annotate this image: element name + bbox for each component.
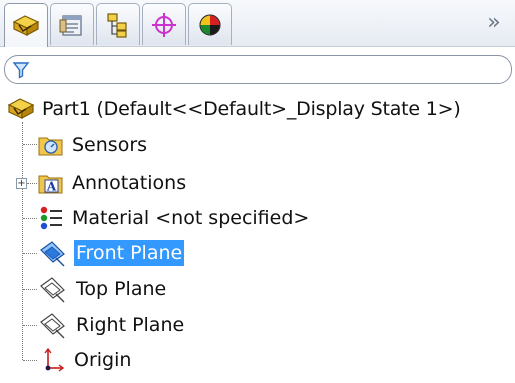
tree-root-part1[interactable]: Part1 (Default<<Default>_Display State 1… [6, 92, 461, 126]
tab-configuration-manager[interactable] [96, 3, 140, 45]
feature-filter-box[interactable] [4, 55, 512, 84]
feature-manager-panel: » Part1 (Default<<Default>_Display State… [0, 0, 515, 383]
top-plane-icon [40, 277, 65, 303]
right-plane-icon [40, 313, 65, 339]
tree-branch-line [23, 325, 37, 326]
feature-tree: Part1 (Default<<Default>_Display State 1… [0, 92, 515, 383]
tree-item-label: Material <not specified> [72, 207, 310, 229]
tree-item-right-plane[interactable]: Right Plane [38, 308, 186, 342]
tree-item-label: Origin [74, 349, 132, 371]
tree-branch-line [27, 183, 37, 184]
tree-item-front-plane[interactable]: Front Plane [38, 236, 185, 270]
tab-overflow-button[interactable]: » [481, 8, 507, 38]
tab-feature-manager[interactable] [4, 3, 48, 47]
tree-item-annotations[interactable]: A Annotations [38, 166, 188, 200]
configuration-manager-icon [107, 12, 127, 38]
tab-property-manager[interactable] [50, 3, 94, 45]
manager-tab-strip: » [0, 0, 515, 47]
property-manager-icon [59, 14, 82, 36]
feature-tree-icon [12, 14, 40, 36]
annotations-folder-icon: A [38, 175, 63, 194]
tree-item-label: Top Plane [76, 278, 167, 300]
display-manager-icon [199, 14, 221, 35]
material-icon [40, 206, 62, 230]
tree-item-top-plane[interactable]: Top Plane [38, 272, 168, 306]
sensors-folder-icon [38, 137, 63, 156]
tree-root-label: Part1 (Default<<Default>_Display State 1… [42, 98, 461, 120]
tree-item-label: Right Plane [76, 314, 185, 336]
tree-item-label: Annotations [72, 172, 187, 194]
tree-item-material[interactable]: Material <not specified> [38, 201, 311, 235]
dimxpert-crosshair-icon [152, 12, 176, 37]
filter-input[interactable] [39, 59, 499, 79]
part-icon [7, 98, 35, 120]
front-plane-icon [40, 241, 65, 267]
tree-item-label: Front Plane [74, 240, 185, 266]
tree-item-sensors[interactable]: Sensors [38, 128, 149, 162]
tree-item-origin[interactable]: Origin [38, 343, 133, 377]
svg-text:A: A [46, 180, 57, 194]
tree-branch-line [23, 144, 37, 145]
tree-branch-line [23, 360, 37, 361]
tab-display-manager[interactable] [188, 3, 232, 45]
tree-branch-line [23, 218, 37, 219]
tab-dimxpert-manager[interactable] [142, 3, 186, 45]
expand-annotations-toggle[interactable]: + [16, 178, 27, 189]
origin-icon [44, 347, 65, 372]
tree-branch-line [23, 253, 37, 254]
filter-funnel-icon [12, 62, 30, 79]
tree-item-label: Sensors [72, 134, 148, 156]
tree-branch-line [23, 289, 37, 290]
